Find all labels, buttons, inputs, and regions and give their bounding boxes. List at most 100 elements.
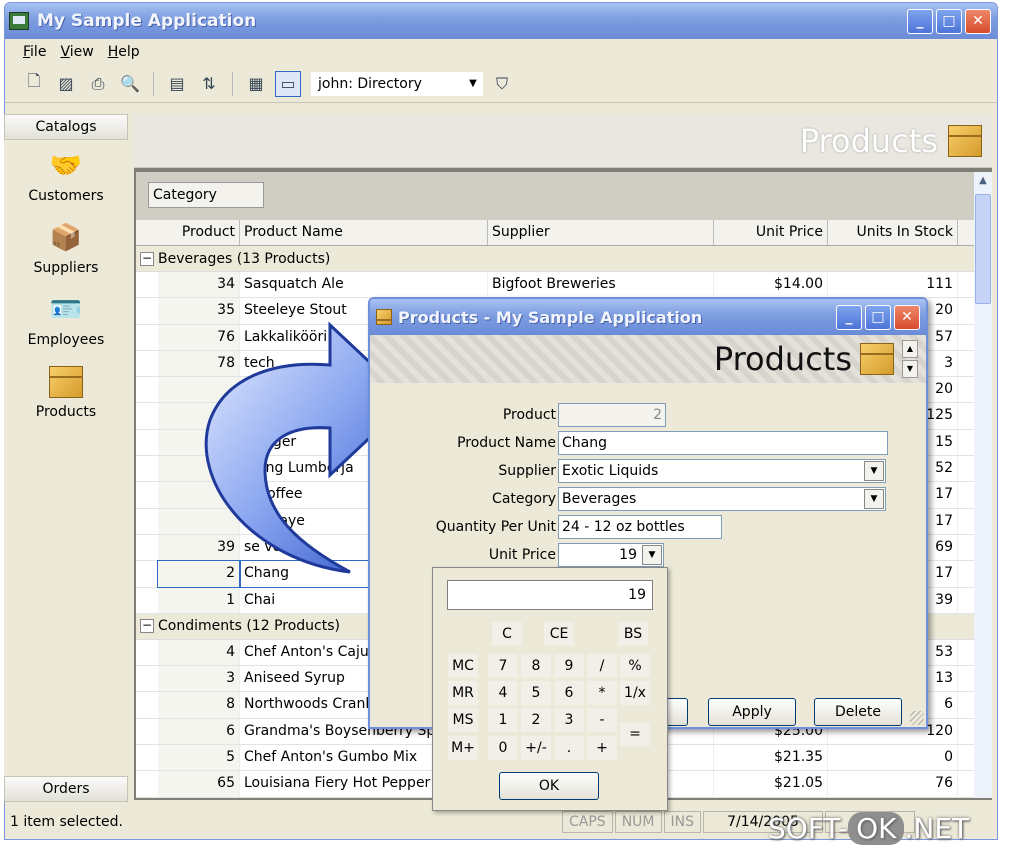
calc-key[interactable]: 7: [488, 654, 518, 678]
cell-product-id: 8: [158, 692, 240, 718]
calc-key[interactable]: MC: [448, 654, 478, 678]
calc-key[interactable]: /: [587, 654, 617, 678]
calc-key[interactable]: +: [587, 736, 617, 760]
product-id-field[interactable]: 2: [558, 403, 666, 427]
collapse-icon[interactable]: −: [140, 619, 154, 634]
dialog-close-button[interactable]: ✕: [894, 304, 920, 330]
calc-key[interactable]: 4: [488, 681, 518, 705]
calc-key[interactable]: 1/x: [620, 681, 650, 705]
cell-product-name: Sasquatch Ale: [240, 272, 488, 298]
unit-price-field[interactable]: 19 ▼: [558, 543, 664, 567]
menu-help[interactable]: Help: [108, 44, 140, 60]
title-bar[interactable]: My Sample Application _ □ ✕: [5, 3, 997, 39]
calculator-ok-button[interactable]: OK: [499, 772, 599, 800]
resize-grip[interactable]: [910, 711, 924, 725]
calc-key[interactable]: 8: [521, 654, 551, 678]
calc-key[interactable]: 3: [554, 708, 584, 732]
category-select[interactable]: Beverages ▼: [558, 487, 886, 511]
orders-button[interactable]: Orders: [4, 776, 128, 802]
product-label: Product: [502, 407, 556, 423]
window-title: My Sample Application: [37, 11, 257, 31]
close-button[interactable]: ✕: [965, 8, 991, 34]
cell-product-id: 1: [158, 587, 240, 613]
group-by-category[interactable]: Category: [148, 182, 264, 208]
calculator-display: 19: [447, 580, 653, 610]
watermark-right: .NET: [904, 812, 970, 845]
calc-key[interactable]: BS: [618, 622, 648, 646]
detail-view-icon[interactable]: ▭: [275, 70, 301, 97]
col-product[interactable]: Product: [136, 220, 240, 245]
minimize-button[interactable]: _: [907, 8, 933, 34]
apply-button[interactable]: Apply: [708, 698, 796, 726]
spin-up-icon[interactable]: ▲: [902, 340, 918, 358]
scroll-thumb[interactable]: [975, 194, 991, 304]
calculator-dropdown-icon[interactable]: ▼: [642, 545, 662, 565]
calc-key[interactable]: +/-: [521, 736, 551, 760]
chevron-down-icon[interactable]: ▼: [464, 78, 482, 89]
product-name-field[interactable]: Chang: [558, 431, 888, 455]
num-indicator: NUM: [614, 811, 662, 833]
vertical-scrollbar[interactable]: ▲: [974, 172, 992, 798]
scroll-up-icon[interactable]: ▲: [974, 172, 992, 190]
calc-key[interactable]: 2: [521, 708, 551, 732]
record-spinner[interactable]: ▲ ▼: [902, 340, 918, 378]
quantity-field[interactable]: 24 - 12 oz bottles: [558, 515, 722, 539]
calc-key[interactable]: =: [620, 722, 650, 746]
dialog-title-bar[interactable]: Products - My Sample Application _ □ ✕: [370, 299, 926, 335]
catalogs-button[interactable]: Catalogs: [4, 114, 128, 140]
nav-customers[interactable]: 🤝 Customers: [4, 140, 128, 212]
product-name-label: Product Name: [457, 435, 556, 451]
chevron-down-icon[interactable]: ▼: [864, 489, 884, 509]
watermark-left: SOFT-: [768, 812, 849, 845]
employee-card-icon: 🪪: [49, 295, 83, 325]
delete-button[interactable]: Delete: [814, 698, 902, 726]
handshake-icon: 🤝: [49, 151, 83, 181]
col-supplier[interactable]: Supplier: [488, 220, 714, 245]
calc-key[interactable]: 5: [521, 681, 551, 705]
calc-key[interactable]: MR: [448, 681, 478, 705]
new-icon[interactable]: 🗋: [21, 71, 47, 97]
table-row[interactable]: 34 Sasquatch Ale Bigfoot Breweries $14.00 11…: [136, 272, 974, 299]
calc-key[interactable]: 6: [554, 681, 584, 705]
calc-key[interactable]: *: [587, 681, 617, 705]
menu-view[interactable]: View: [60, 44, 93, 60]
calc-key[interactable]: %: [620, 654, 650, 678]
directory-combo[interactable]: john: Directory ▼: [311, 71, 483, 96]
calc-key[interactable]: CE: [544, 622, 574, 646]
col-units-in-stock[interactable]: Units In Stock: [828, 220, 958, 245]
watermark-mid: OK: [848, 812, 905, 845]
maximize-button[interactable]: □: [936, 8, 962, 34]
grid-header: Product Product Name Supplier Unit Price…: [136, 220, 974, 246]
spin-down-icon[interactable]: ▼: [902, 360, 918, 378]
chevron-down-icon[interactable]: ▼: [864, 461, 884, 481]
calc-key[interactable]: 1: [488, 708, 518, 732]
form-view-icon[interactable]: ▤: [164, 71, 190, 97]
col-product-name[interactable]: Product Name: [240, 220, 488, 245]
calc-key[interactable]: M+: [448, 736, 478, 760]
nav-products[interactable]: Products: [4, 356, 128, 428]
chart-icon[interactable]: ▨: [53, 71, 79, 97]
group-row[interactable]: − Beverages (13 Products): [136, 246, 974, 272]
collapse-icon[interactable]: −: [140, 251, 154, 266]
calc-key[interactable]: 9: [554, 654, 584, 678]
menu-file[interactable]: File: [23, 44, 46, 60]
dialog-maximize-button[interactable]: □: [865, 304, 891, 330]
category-label: Category: [492, 491, 556, 507]
print-preview-icon[interactable]: 🔍: [117, 71, 143, 97]
calc-key[interactable]: C: [492, 622, 522, 646]
calc-key[interactable]: MS: [448, 708, 478, 732]
nav-employees[interactable]: 🪪 Employees: [4, 284, 128, 356]
nav-suppliers[interactable]: 📦 Suppliers: [4, 212, 128, 284]
dialog-minimize-button[interactable]: _: [836, 304, 862, 330]
calculator-popup: 19 C CE BS MC 7 8 9/% MR 4 5 6 * 1/x MS 1 2 3- M+ 0 +/-. + = …: [432, 567, 668, 811]
grid-view-icon[interactable]: ▦: [243, 71, 269, 97]
sort-az-icon[interactable]: ⇅: [196, 71, 222, 97]
cell-product-id: 5: [158, 745, 240, 771]
calc-key[interactable]: -: [587, 708, 617, 732]
print-icon[interactable]: ⎙: [85, 71, 111, 97]
calc-key[interactable]: 0: [488, 736, 518, 760]
filter-icon[interactable]: ⛉: [489, 71, 515, 97]
supplier-select[interactable]: Exotic Liquids ▼: [558, 459, 886, 483]
calc-key[interactable]: .: [554, 736, 584, 760]
col-unit-price[interactable]: Unit Price: [714, 220, 828, 245]
